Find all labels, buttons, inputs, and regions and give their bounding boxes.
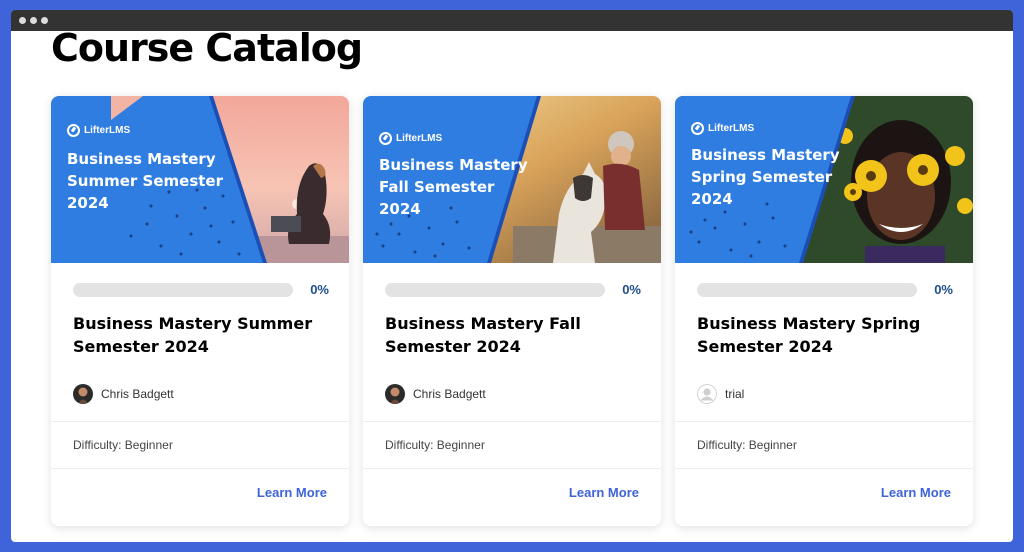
author-name: Chris Badgett — [413, 387, 486, 401]
window-dot-icon[interactable] — [19, 17, 26, 24]
browser-window: Course Catalog LifterLMS Business Master… — [11, 10, 1013, 542]
divider — [675, 468, 973, 469]
window-dot-icon[interactable] — [41, 17, 48, 24]
course-author[interactable]: Chris Badgett — [73, 384, 174, 404]
banner-title: Business Mastery Summer Semester 2024 — [67, 150, 223, 212]
course-title[interactable]: Business Mastery Fall Semester 2024 — [385, 312, 645, 358]
progress-percent: 0% — [622, 282, 641, 297]
course-author[interactable]: trial — [697, 384, 744, 404]
learn-more-link[interactable]: Learn More — [257, 485, 327, 500]
window-dot-icon[interactable] — [30, 17, 37, 24]
difficulty-label: Difficulty: Beginner — [73, 438, 173, 452]
author-name: trial — [725, 387, 745, 401]
progress-percent: 0% — [934, 282, 953, 297]
lifterlms-logo: LifterLMS — [67, 124, 130, 137]
divider — [51, 468, 349, 469]
rocket-icon — [691, 122, 704, 135]
rocket-icon — [379, 132, 392, 145]
course-card-summer[interactable]: LifterLMS Business Mastery Summer Semest… — [51, 96, 349, 526]
page-title: Course Catalog — [51, 26, 363, 70]
progress-bar — [385, 282, 605, 297]
avatar — [73, 384, 93, 404]
banner-title: Business Mastery Spring Semester 2024 — [691, 146, 840, 208]
lifterlms-logo: LifterLMS — [379, 132, 442, 145]
progress-percent: 0% — [310, 282, 329, 297]
rocket-icon — [67, 124, 80, 137]
divider — [363, 421, 661, 422]
brand-label: LifterLMS — [708, 123, 755, 134]
learn-more-link[interactable]: Learn More — [881, 485, 951, 500]
banner-title: Business Mastery Fall Semester 2024 — [379, 156, 528, 218]
avatar — [697, 384, 717, 404]
course-title[interactable]: Business Mastery Summer Semester 2024 — [73, 312, 333, 358]
avatar — [385, 384, 405, 404]
brand-label: LifterLMS — [84, 125, 131, 136]
divider — [675, 421, 973, 422]
lifterlms-logo: LifterLMS — [691, 122, 754, 135]
divider — [363, 468, 661, 469]
course-title[interactable]: Business Mastery Spring Semester 2024 — [697, 312, 957, 358]
progress-bar — [697, 282, 917, 297]
course-banner[interactable]: LifterLMS Business Mastery Spring Semest… — [675, 96, 973, 263]
learn-more-link[interactable]: Learn More — [569, 485, 639, 500]
course-author[interactable]: Chris Badgett — [385, 384, 486, 404]
course-card-spring[interactable]: LifterLMS Business Mastery Spring Semest… — [675, 96, 973, 526]
difficulty-label: Difficulty: Beginner — [385, 438, 485, 452]
progress-row: 0% — [385, 282, 641, 297]
divider — [51, 421, 349, 422]
course-grid: LifterLMS Business Mastery Summer Semest… — [51, 96, 973, 526]
difficulty-label: Difficulty: Beginner — [697, 438, 797, 452]
course-card-fall[interactable]: LifterLMS Business Mastery Fall Semester… — [363, 96, 661, 526]
brand-label: LifterLMS — [396, 133, 443, 144]
progress-row: 0% — [697, 282, 953, 297]
course-banner[interactable]: LifterLMS Business Mastery Fall Semester… — [363, 96, 661, 263]
course-banner[interactable]: LifterLMS Business Mastery Summer Semest… — [51, 96, 349, 263]
progress-row: 0% — [73, 282, 329, 297]
author-name: Chris Badgett — [101, 387, 174, 401]
progress-bar — [73, 282, 293, 297]
